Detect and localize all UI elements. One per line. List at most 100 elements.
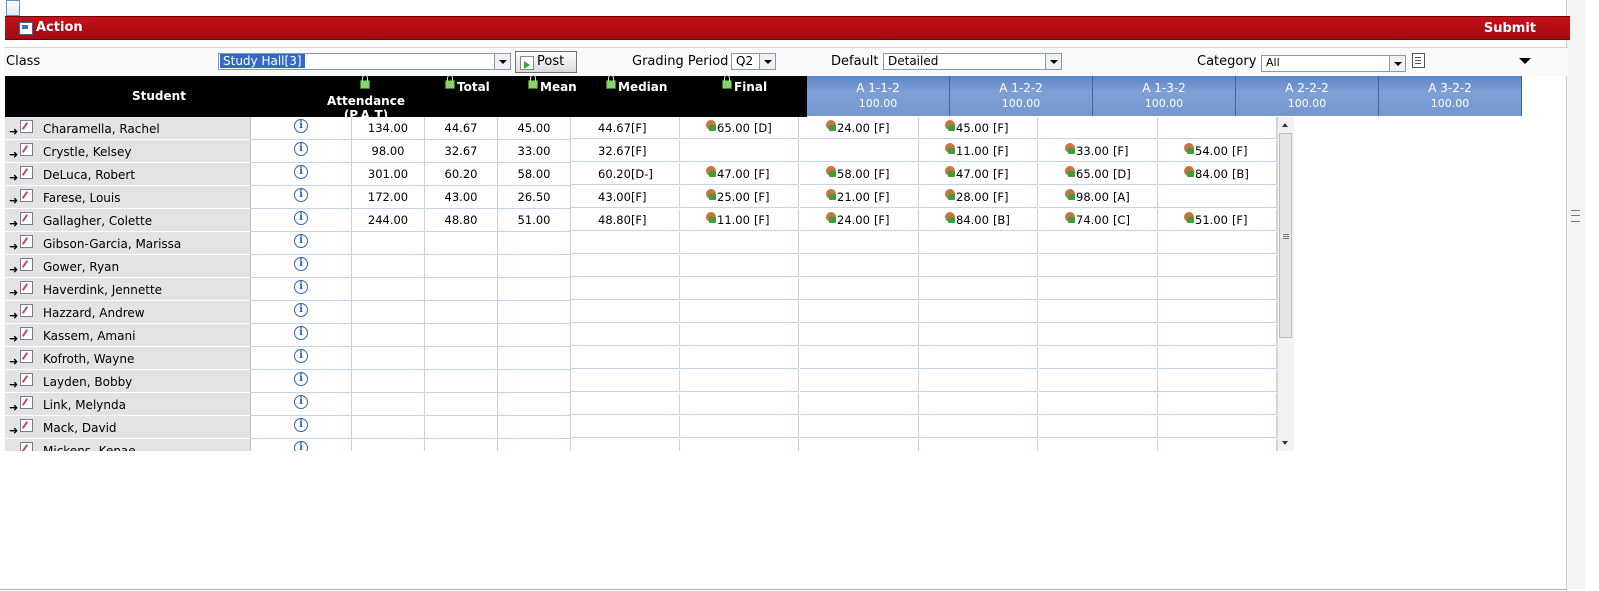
score-cell[interactable] bbox=[680, 439, 799, 451]
student-name[interactable]: Charamella, Rachel bbox=[43, 118, 160, 139]
info-icon[interactable]: i bbox=[294, 326, 308, 340]
score-cell[interactable] bbox=[800, 140, 919, 162]
score-cell[interactable] bbox=[680, 416, 799, 438]
arrow-right-icon[interactable]: ➜ bbox=[9, 144, 18, 162]
score-cell[interactable] bbox=[1039, 117, 1158, 139]
score-cell[interactable] bbox=[680, 301, 799, 323]
score-cell[interactable] bbox=[1158, 416, 1277, 438]
scroll-grip-icon[interactable] bbox=[1571, 210, 1580, 222]
score-cell[interactable]: 24.00 [F] bbox=[800, 117, 919, 139]
submit-button[interactable]: Submit bbox=[1484, 21, 1536, 36]
edit-icon[interactable] bbox=[20, 442, 33, 451]
info-icon[interactable]: i bbox=[294, 211, 308, 225]
score-cell[interactable]: 54.00 [F] bbox=[1158, 140, 1277, 162]
score-cell[interactable] bbox=[919, 278, 1038, 300]
score-cell[interactable]: 33.00 [F] bbox=[1039, 140, 1158, 162]
score-cell[interactable] bbox=[1039, 439, 1158, 451]
score-cell[interactable] bbox=[919, 301, 1038, 323]
score-cell[interactable] bbox=[1158, 117, 1277, 139]
score-cell[interactable] bbox=[919, 347, 1038, 369]
arrow-right-icon[interactable]: ➜ bbox=[9, 167, 18, 185]
score-cell[interactable] bbox=[680, 255, 799, 277]
action-icon[interactable] bbox=[19, 22, 33, 35]
score-cell[interactable] bbox=[1039, 232, 1158, 254]
score-cell[interactable] bbox=[680, 232, 799, 254]
score-cell[interactable] bbox=[1158, 370, 1277, 392]
info-icon[interactable]: i bbox=[294, 188, 308, 202]
assignment-header[interactable]: A 1-2-2 100.00 bbox=[950, 76, 1093, 116]
student-name[interactable]: Gower, Ryan bbox=[43, 256, 119, 277]
score-cell[interactable] bbox=[800, 324, 919, 346]
score-cell[interactable] bbox=[1158, 186, 1277, 208]
score-cell[interactable] bbox=[919, 232, 1038, 254]
score-cell[interactable] bbox=[919, 416, 1038, 438]
action-menu[interactable]: Action bbox=[36, 20, 83, 35]
chevron-down-icon[interactable] bbox=[759, 54, 775, 69]
edit-icon[interactable] bbox=[20, 350, 33, 363]
grid-scrollbar[interactable] bbox=[1277, 117, 1294, 451]
score-cell[interactable] bbox=[1158, 278, 1277, 300]
arrow-right-icon[interactable]: ➜ bbox=[9, 443, 18, 451]
score-cell[interactable] bbox=[919, 255, 1038, 277]
student-name[interactable]: Farese, Louis bbox=[43, 187, 120, 208]
student-name[interactable]: Haverdink, Jennette bbox=[43, 279, 162, 300]
student-cell[interactable]: ➜ Gibson-Garcia, Marissa bbox=[5, 232, 251, 255]
info-icon[interactable]: i bbox=[294, 395, 308, 409]
header-mean[interactable]: Mean bbox=[528, 75, 577, 94]
score-cell[interactable] bbox=[1158, 255, 1277, 277]
score-cell[interactable] bbox=[800, 255, 919, 277]
score-cell[interactable] bbox=[800, 232, 919, 254]
class-select[interactable]: Study Hall[3] bbox=[218, 53, 511, 70]
arrow-right-icon[interactable]: ➜ bbox=[9, 190, 18, 208]
edit-icon[interactable] bbox=[20, 258, 33, 271]
score-cell[interactable] bbox=[1039, 278, 1158, 300]
edit-icon[interactable] bbox=[20, 396, 33, 409]
score-cell[interactable]: 84.00 [B] bbox=[1158, 163, 1277, 185]
student-cell[interactable]: ➜ Layden, Bobby bbox=[5, 370, 251, 393]
score-cell[interactable] bbox=[680, 393, 799, 415]
score-cell[interactable] bbox=[919, 370, 1038, 392]
scroll-up-icon[interactable] bbox=[1282, 123, 1288, 127]
grading-period-select[interactable]: Q2 bbox=[731, 53, 776, 70]
arrow-right-icon[interactable]: ➜ bbox=[9, 374, 18, 392]
info-icon[interactable]: i bbox=[294, 441, 308, 451]
score-cell[interactable] bbox=[1039, 324, 1158, 346]
score-cell[interactable] bbox=[680, 370, 799, 392]
document-icon[interactable] bbox=[6, 0, 20, 16]
edit-icon[interactable] bbox=[20, 327, 33, 340]
arrow-right-icon[interactable]: ➜ bbox=[9, 351, 18, 369]
arrow-right-icon[interactable]: ➜ bbox=[9, 259, 18, 277]
scroll-thumb[interactable] bbox=[1279, 133, 1292, 338]
student-name[interactable]: Crystle, Kelsey bbox=[43, 141, 131, 162]
score-cell[interactable] bbox=[1039, 255, 1158, 277]
student-cell[interactable]: ➜ DeLuca, Robert bbox=[5, 163, 251, 186]
info-icon[interactable]: i bbox=[294, 349, 308, 363]
score-cell[interactable] bbox=[800, 301, 919, 323]
chevron-down-icon[interactable] bbox=[494, 54, 510, 69]
header-median[interactable]: Median bbox=[606, 75, 667, 94]
student-name[interactable]: Gibson-Garcia, Marissa bbox=[43, 233, 181, 254]
edit-icon[interactable] bbox=[20, 166, 33, 179]
arrow-right-icon[interactable]: ➜ bbox=[9, 213, 18, 231]
info-icon[interactable]: i bbox=[294, 234, 308, 248]
student-cell[interactable]: ➜ Haverdink, Jennette bbox=[5, 278, 251, 301]
info-icon[interactable]: i bbox=[294, 257, 308, 271]
score-cell[interactable] bbox=[1039, 347, 1158, 369]
edit-icon[interactable] bbox=[20, 120, 33, 133]
edit-icon[interactable] bbox=[20, 212, 33, 225]
chevron-down-icon[interactable] bbox=[1389, 56, 1405, 71]
student-name[interactable]: DeLuca, Robert bbox=[43, 164, 135, 185]
student-cell[interactable]: ➜ Mickens, Kenae bbox=[5, 439, 251, 451]
student-name[interactable]: Gallagher, Colette bbox=[43, 210, 152, 231]
arrow-right-icon[interactable]: ➜ bbox=[9, 282, 18, 300]
score-cell[interactable] bbox=[1039, 393, 1158, 415]
assignment-header[interactable]: A 3-2-2 100.00 bbox=[1379, 76, 1522, 116]
score-cell[interactable] bbox=[680, 278, 799, 300]
student-name[interactable]: Kofroth, Wayne bbox=[43, 348, 134, 369]
assignment-header[interactable]: A 1-1-2 100.00 bbox=[807, 76, 950, 116]
student-cell[interactable]: ➜ Farese, Louis bbox=[5, 186, 251, 209]
student-cell[interactable]: ➜ Mack, David bbox=[5, 416, 251, 439]
default-view-select[interactable]: Detailed bbox=[883, 53, 1062, 70]
score-cell[interactable] bbox=[800, 347, 919, 369]
student-name[interactable]: Kassem, Amani bbox=[43, 325, 135, 346]
